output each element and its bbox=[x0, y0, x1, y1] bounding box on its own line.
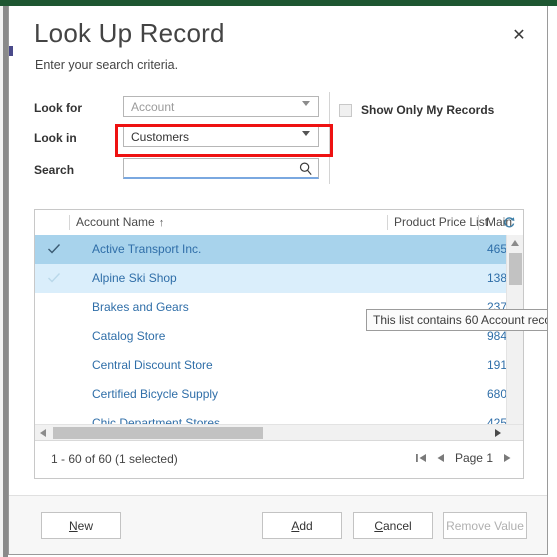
search-input[interactable] bbox=[129, 161, 289, 176]
lookup-record-dialog-window: Look Up Record Enter your search criteri… bbox=[0, 0, 557, 557]
search-label: Search bbox=[34, 163, 75, 177]
dialog-subtitle: Enter your search criteria. bbox=[35, 58, 179, 72]
table-row[interactable]: Active Transport Inc. 465-555 bbox=[35, 235, 523, 264]
list-record-count-tooltip: This list contains 60 Account records. bbox=[366, 309, 547, 331]
new-button-label: ew bbox=[77, 518, 93, 533]
look-for-value: Account bbox=[131, 100, 175, 114]
show-only-my-records-label: Show Only My Records bbox=[361, 103, 495, 117]
column-separator bbox=[478, 215, 479, 230]
add-button-accel: A bbox=[291, 518, 300, 533]
column-separator bbox=[69, 215, 70, 230]
dialog-header: Look Up Record Enter your search criteri… bbox=[9, 6, 547, 84]
add-button-label: dd bbox=[299, 518, 313, 533]
horizontal-scrollbar-thumb[interactable] bbox=[53, 427, 263, 439]
grid-horizontal-scrollbar[interactable] bbox=[35, 424, 523, 440]
grid-footer: 1 - 60 of 60 (1 selected) Page 1 bbox=[35, 440, 523, 478]
look-in-dropdown[interactable]: Customers bbox=[123, 126, 319, 147]
remove-value-button-label: Remove Value bbox=[446, 518, 524, 533]
search-icon[interactable] bbox=[298, 161, 314, 177]
column-separator bbox=[387, 215, 388, 230]
add-button[interactable]: Add bbox=[262, 512, 342, 539]
look-for-dropdown[interactable]: Account bbox=[123, 96, 319, 117]
column-header-product-price-list[interactable]: Product Price List bbox=[394, 215, 488, 229]
show-only-my-records-row[interactable]: Show Only My Records bbox=[339, 100, 494, 120]
record-count-status: 1 - 60 of 60 (1 selected) bbox=[51, 452, 178, 466]
look-for-label: Look for bbox=[34, 101, 82, 115]
grid-rows-container: Active Transport Inc. 465-555 Alpine Ski… bbox=[35, 235, 523, 438]
checkmark-icon[interactable] bbox=[47, 242, 61, 256]
grid-column-headers: Account Name ↑ Product Price List Main bbox=[35, 210, 523, 236]
dialog-panel: Look Up Record Enter your search criteri… bbox=[8, 6, 548, 555]
remove-value-button: Remove Value bbox=[443, 512, 527, 539]
sort-ascending-icon: ↑ bbox=[158, 217, 165, 229]
page-title: Look Up Record bbox=[34, 18, 225, 48]
page-number-label: Page 1 bbox=[454, 451, 493, 465]
left-edge-marker bbox=[9, 46, 13, 56]
new-button-accel: N bbox=[68, 518, 78, 533]
cell-account-name[interactable]: Active Transport Inc. bbox=[92, 242, 201, 256]
search-box[interactable] bbox=[123, 158, 319, 179]
show-only-my-records-checkbox[interactable] bbox=[339, 103, 352, 117]
vertical-scrollbar-thumb[interactable] bbox=[509, 253, 522, 285]
table-row[interactable]: Central Discount Store 191-555 bbox=[35, 351, 523, 380]
page-previous-icon[interactable] bbox=[435, 450, 447, 466]
table-row[interactable]: Certified Bicycle Supply 680-555 bbox=[35, 380, 523, 409]
cell-account-name[interactable]: Alpine Ski Shop bbox=[92, 271, 177, 285]
cell-account-name[interactable]: Catalog Store bbox=[92, 329, 165, 343]
background-page-inner bbox=[0, 0, 3, 557]
scroll-up-arrow-icon[interactable] bbox=[511, 240, 519, 246]
results-grid: Account Name ↑ Product Price List Main A… bbox=[34, 209, 524, 479]
table-row[interactable]: Alpine Ski Shop 138-555 bbox=[35, 264, 523, 293]
look-in-value: Customers bbox=[131, 130, 190, 144]
look-in-row: Look in Customers bbox=[9, 126, 547, 154]
dialog-footer: New Add Cancel Remove Value bbox=[9, 495, 547, 554]
cell-account-name[interactable]: Certified Bicycle Supply bbox=[92, 387, 218, 401]
close-icon[interactable]: ✕ bbox=[507, 24, 531, 48]
scroll-right-arrow-icon[interactable] bbox=[495, 429, 501, 437]
window-accent-bar bbox=[0, 0, 557, 6]
scroll-left-arrow-icon[interactable] bbox=[40, 429, 46, 437]
cancel-button-accel: C bbox=[374, 518, 383, 533]
new-button[interactable]: New bbox=[41, 512, 121, 539]
grid-vertical-scrollbar[interactable] bbox=[506, 235, 523, 438]
column-header-account-name[interactable]: Account Name ↑ bbox=[76, 215, 164, 229]
chevron-down-icon bbox=[302, 131, 310, 136]
column-header-account-name-label: Account Name bbox=[76, 215, 155, 229]
page-next-icon[interactable] bbox=[501, 450, 513, 466]
chevron-down-icon bbox=[302, 101, 310, 106]
checkmark-icon[interactable] bbox=[47, 271, 61, 285]
cancel-button-label: ancel bbox=[382, 518, 412, 533]
look-in-label: Look in bbox=[34, 131, 77, 145]
look-for-row: Look for Account Show Only My Records bbox=[9, 96, 547, 124]
pager: Page 1 bbox=[415, 450, 513, 466]
search-row: Search bbox=[9, 158, 547, 186]
refresh-icon[interactable] bbox=[502, 215, 516, 229]
cell-account-name[interactable]: Central Discount Store bbox=[92, 358, 213, 372]
page-first-icon[interactable] bbox=[415, 450, 427, 466]
background-page-strip bbox=[0, 0, 8, 557]
search-criteria-form: Look for Account Show Only My Records Lo… bbox=[9, 92, 547, 202]
cell-account-name[interactable]: Brakes and Gears bbox=[92, 300, 189, 314]
cancel-button[interactable]: Cancel bbox=[353, 512, 433, 539]
